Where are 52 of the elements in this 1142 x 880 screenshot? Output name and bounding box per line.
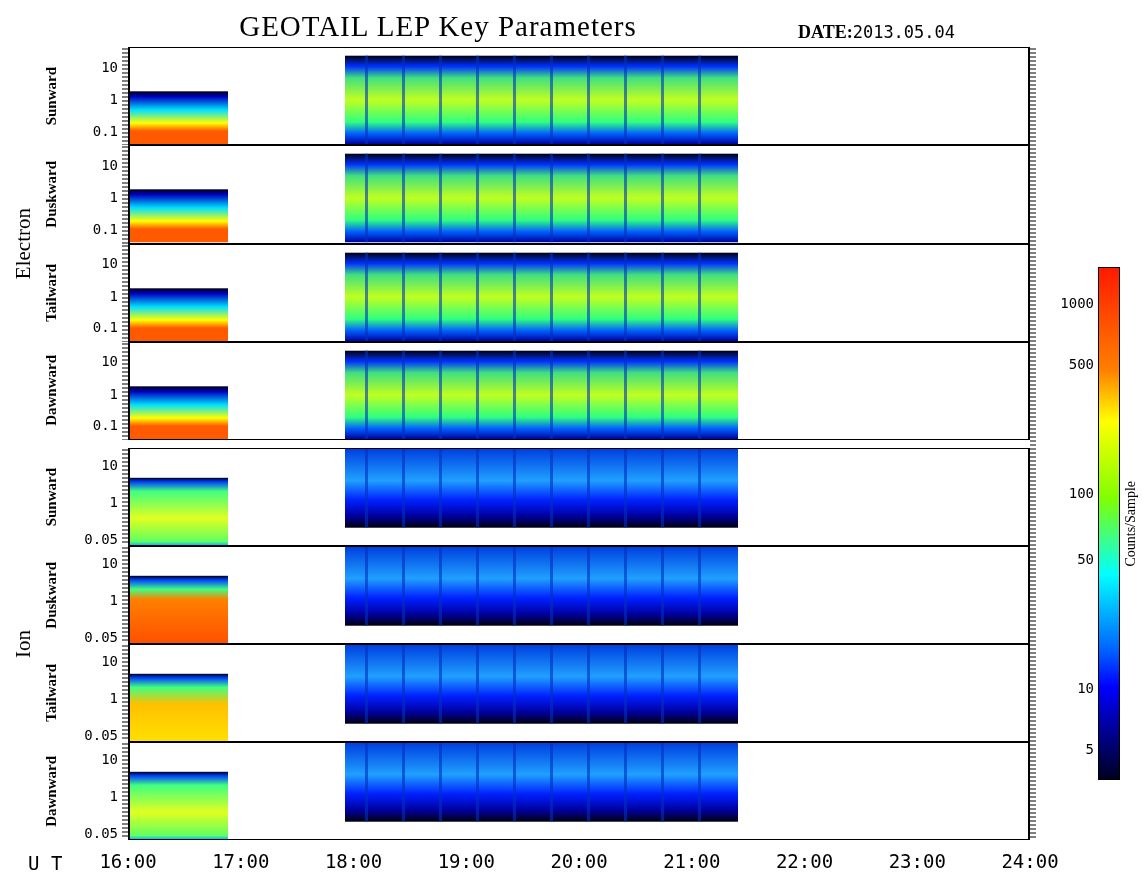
- date-text: DATE:2013.05.04: [798, 22, 956, 44]
- time-tick-label: 20:00: [550, 850, 608, 872]
- time-tick-label: 22:00: [775, 850, 834, 872]
- time-tick-label: 18:00: [324, 850, 383, 872]
- group-label: Electron: [11, 207, 36, 280]
- axis-tick-label: 10: [101, 555, 118, 570]
- time-tick-label: 17:00: [212, 850, 270, 872]
- axis-tick-label: 0.1: [92, 418, 118, 433]
- colorbar-tick-label: 500: [1068, 357, 1094, 372]
- axis-tick-label: 1: [109, 288, 118, 303]
- chart-title: GEOTAIL LEP Key Parameters: [238, 10, 638, 44]
- panel-label: Sunward: [42, 66, 60, 126]
- axis-tick-label: 10: [101, 59, 118, 74]
- panel-label: Dawnward: [42, 755, 60, 827]
- axis-tick-label: 0.05: [84, 630, 118, 645]
- axis-tick-label: 10: [101, 653, 118, 668]
- time-tick-label: 16:00: [99, 850, 157, 872]
- axis-tick-label: 0.05: [84, 532, 118, 547]
- time-tick-label: 23:00: [888, 850, 946, 872]
- time-tick-label: 19:00: [437, 850, 495, 872]
- axis-tick-label: 0.1: [92, 221, 118, 236]
- axis-tick-label: 0.05: [84, 728, 118, 743]
- panel-label: Duskward: [42, 561, 60, 629]
- axis-tick-label: 10: [101, 256, 118, 271]
- axis-tick-label: 10: [101, 354, 118, 369]
- colorbar-tick-label: 50: [1077, 552, 1094, 567]
- colorbar-label: Counts/Sample: [1123, 480, 1139, 567]
- axis-tick-label: 0.1: [92, 320, 118, 334]
- panel-label: Sunward: [42, 467, 60, 527]
- colorbar-tick-label: 10: [1077, 680, 1094, 695]
- axis-tick-label: 1: [109, 592, 118, 607]
- panel-label: Tailward: [42, 664, 60, 722]
- axis-tick-label: 10: [101, 157, 118, 172]
- axis-tick-label: 10: [101, 457, 118, 472]
- group-label: Ion: [11, 630, 36, 658]
- time-tick-label: 24:00: [1001, 850, 1059, 872]
- axis-tick-label: 0.05: [84, 826, 118, 841]
- axis-tick-label: 1: [109, 690, 118, 705]
- axis-tick-label: 1: [109, 386, 118, 401]
- panel-label: Duskward: [42, 161, 60, 228]
- axis-tick-label: 1: [109, 190, 118, 205]
- axis-tick-label: 1: [109, 788, 118, 803]
- colorbar-tick-label: 100: [1068, 485, 1094, 500]
- colorbar-tick-label: 1000: [1060, 295, 1094, 310]
- axis-tick-label: 10: [101, 751, 118, 766]
- time-tick-label: 21:00: [663, 850, 721, 872]
- axis-tick-label: 1: [109, 494, 118, 509]
- panel-label: Dawnward: [42, 355, 60, 427]
- panel-label: Tailward: [42, 263, 60, 322]
- axis-tick-label: 0.1: [92, 123, 118, 138]
- colorbar-tick-label: 5: [1085, 742, 1094, 757]
- axis-tick-label: 1: [109, 92, 118, 107]
